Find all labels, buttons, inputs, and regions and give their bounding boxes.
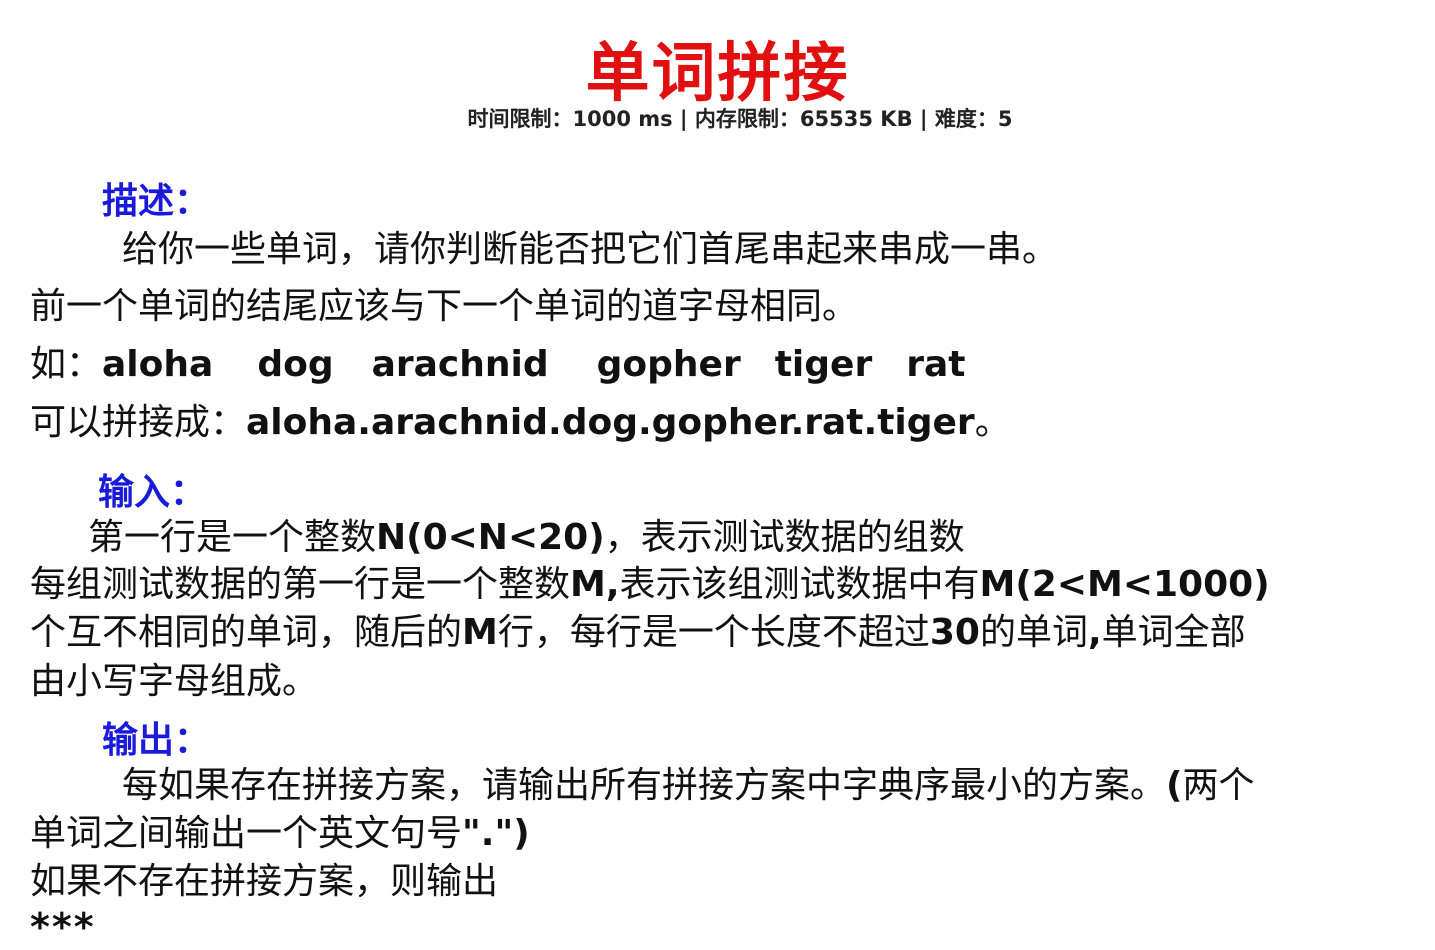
meta-separator: |	[912, 107, 935, 131]
output-line-3: 如果不存在拼接方案，则输出	[30, 861, 499, 902]
output-text: 每如果存在拼接方案，请输出所有拼接方案中字典序最小的方案。	[122, 765, 1167, 806]
input-length-limit: 30	[929, 612, 980, 653]
input-text: 表示该组测试数据中有	[619, 564, 980, 605]
page-title: 单词拼接	[585, 36, 850, 111]
input-text: 个互不相同的单词，随后的	[30, 612, 463, 653]
input-text: 每组测试数据的第一行是一个整数	[30, 564, 571, 605]
example-prefix: 如：	[30, 344, 103, 385]
input-constraint-n: N(0<N<20)	[376, 517, 605, 558]
input-text: ，表示测试数据的组数	[604, 517, 965, 558]
section-heading-description: 描述：	[102, 180, 211, 222]
section-heading-input: 输入：	[98, 471, 207, 513]
meta-separator: |	[672, 107, 695, 131]
difficulty-label: 难度：	[934, 107, 998, 131]
output-text: 两个	[1182, 765, 1255, 806]
time-limit-label: 时间限制：	[467, 107, 573, 131]
example-word: gopher	[596, 344, 741, 385]
section-heading-output: 输出：	[102, 719, 211, 761]
input-comma: ,	[1087, 612, 1102, 653]
example-line: 如：aloha dog arachnid gopher tiger rat	[30, 347, 965, 383]
description-line-1: 给你一些单词，请你判断能否把它们首尾串起来串成一串。	[122, 229, 1059, 270]
memory-limit-value: 65535 KB	[799, 107, 913, 131]
input-line-4: 由小写字母组成。	[30, 661, 319, 702]
example-word: rat	[906, 344, 966, 385]
result-value: aloha.arachnid.dog.gopher.rat.tiger	[246, 402, 975, 443]
example-word: aloha	[102, 344, 214, 385]
output-stars: ***	[30, 905, 96, 949]
input-line-2: 每组测试数据的第一行是一个整数M,表示该组测试数据中有M(2<M<1000)	[30, 567, 1270, 603]
description-line-2: 前一个单词的结尾应该与下一个单词的道字母相同。	[30, 286, 859, 327]
input-text: 行，每行是一个长度不超过	[497, 612, 930, 653]
input-line-1: 第一行是一个整数N(0<N<20)，表示测试数据的组数	[88, 520, 965, 556]
output-line-1: 每如果存在拼接方案，请输出所有拼接方案中字典序最小的方案。(两个	[122, 768, 1254, 804]
output-text: 单词之间输出一个英文句号	[30, 813, 463, 854]
example-word: arachnid	[371, 344, 549, 385]
input-text: 的单词	[979, 612, 1088, 653]
time-limit-value: 1000 ms	[572, 107, 673, 131]
input-constraint-m: M(2<M<1000)	[979, 564, 1270, 605]
memory-limit-label: 内存限制：	[694, 107, 800, 131]
result-suffix: 。	[974, 402, 1011, 443]
input-var-m: M	[462, 612, 498, 653]
example-word: tiger	[774, 344, 873, 385]
output-paren: (	[1166, 765, 1183, 806]
difficulty-value: 5	[997, 107, 1013, 131]
output-period-example: ".")	[462, 813, 530, 854]
output-line-2: 单词之间输出一个英文句号".")	[30, 816, 530, 852]
problem-meta: 时间限制：1000 ms | 内存限制：65535 KB | 难度：5	[0, 103, 1435, 133]
result-prefix: 可以拼接成：	[30, 402, 247, 443]
example-result-line: 可以拼接成：aloha.arachnid.dog.gopher.rat.tige…	[30, 405, 1011, 441]
input-var-m: M,	[570, 564, 620, 605]
input-text: 单词全部	[1101, 612, 1246, 653]
input-line-3: 个互不相同的单词，随后的M行，每行是一个长度不超过30的单词,单词全部	[30, 615, 1246, 651]
example-word: dog	[257, 344, 334, 385]
input-text: 第一行是一个整数	[88, 517, 377, 558]
